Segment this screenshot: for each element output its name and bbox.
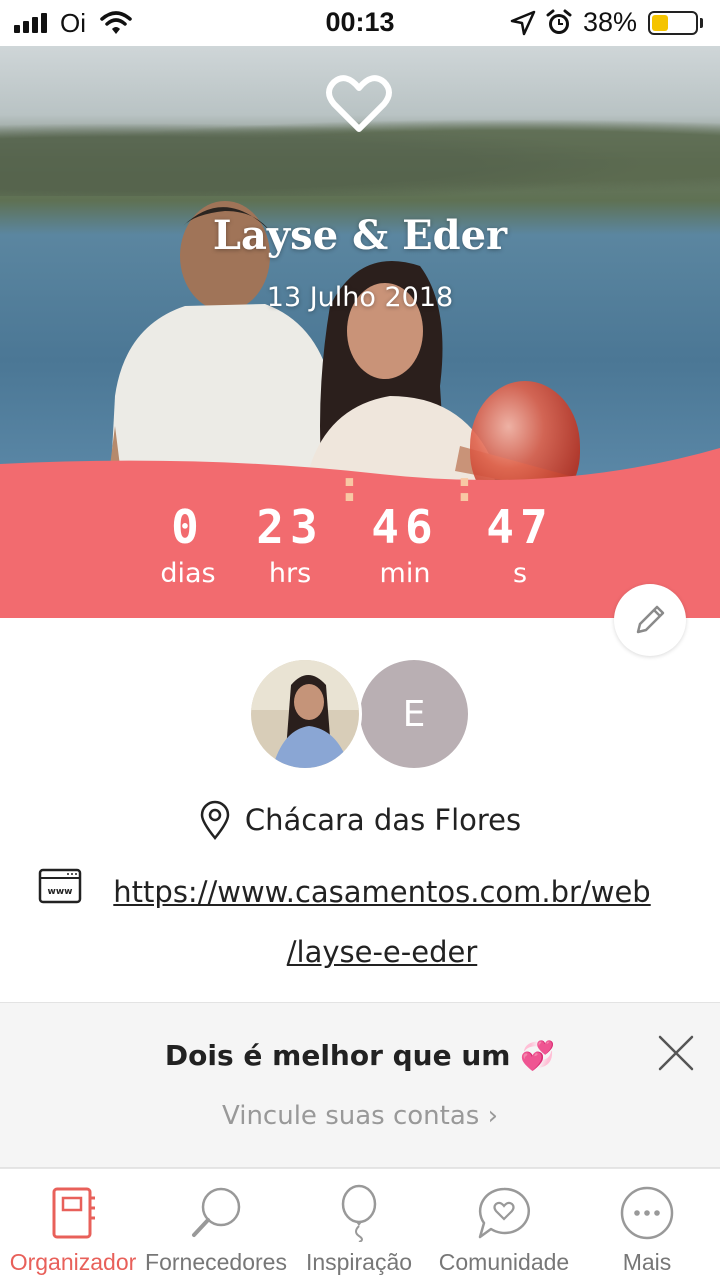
tab-mais[interactable]: Mais xyxy=(572,1183,720,1276)
countdown-hours-label: hrs xyxy=(268,558,312,589)
countdown-hours-value: 23 xyxy=(256,500,324,554)
countdown-minutes-label: min xyxy=(379,558,431,589)
link-accounts-link[interactable]: Vincule suas contas › xyxy=(0,1101,720,1131)
link-accounts-banner: Dois é melhor que um 💞 Vincule suas cont… xyxy=(0,1002,720,1168)
website-link[interactable]: https://www.casamentos.com.br/web /layse… xyxy=(92,862,672,982)
heart-logo-icon xyxy=(326,75,392,132)
venue[interactable]: Chácara das Flores xyxy=(0,800,720,840)
countdown-seconds-label: s xyxy=(512,558,528,589)
tab-label: Mais xyxy=(622,1249,672,1275)
venue-name: Chácara das Flores xyxy=(244,803,522,837)
countdown-seconds-value: 47 xyxy=(486,500,554,554)
chat-heart-icon xyxy=(478,1187,531,1239)
pencil-icon xyxy=(636,605,665,634)
countdown-days-value: 0 xyxy=(171,500,205,554)
countdown-hours: 23 hrs xyxy=(245,500,335,589)
groom-avatar[interactable]: E xyxy=(357,657,471,771)
battery-fill xyxy=(652,15,668,31)
search-icon xyxy=(192,1187,241,1237)
edit-button[interactable] xyxy=(614,584,686,656)
battery-tip xyxy=(700,18,703,28)
balloon-icon xyxy=(341,1184,377,1242)
battery-percent: 38% xyxy=(583,7,638,37)
countdown-days: 0 dias xyxy=(148,500,228,589)
countdown-colon: : xyxy=(456,462,473,511)
promo-title: Dois é melhor que um 💞 xyxy=(164,1039,556,1072)
countdown-seconds: 47 s xyxy=(475,500,565,589)
tab-inspiracao[interactable]: Inspiração xyxy=(284,1183,434,1276)
tab-organizador[interactable]: Organizador xyxy=(0,1183,148,1276)
alarm-icon xyxy=(546,9,572,34)
more-icon xyxy=(620,1186,674,1240)
close-icon[interactable] xyxy=(656,1033,696,1073)
website-link-line1: https://www.casamentos.com.br/web xyxy=(113,875,651,909)
location-arrow-icon xyxy=(510,10,536,36)
tab-comunidade[interactable]: Comunidade xyxy=(429,1183,579,1276)
bride-avatar-photo xyxy=(251,660,359,768)
groom-avatar-initial: E xyxy=(402,693,426,735)
tab-bar: Organizador Fornecedores Inspiração Comu… xyxy=(0,1168,720,1277)
tab-label: Comunidade xyxy=(438,1249,570,1275)
tab-label: Fornecedores xyxy=(145,1249,287,1275)
website-icon: www xyxy=(38,868,82,904)
countdown-minutes: 46 min xyxy=(360,500,450,589)
couple-names: Layse & Eder xyxy=(212,212,508,259)
tab-label: Organizador xyxy=(9,1249,137,1275)
website-link-line2: /layse-e-eder xyxy=(286,935,478,969)
tab-fornecedores[interactable]: Fornecedores xyxy=(141,1183,291,1276)
wedding-date: 13 Julho 2018 xyxy=(266,282,454,313)
bride-avatar[interactable] xyxy=(248,657,362,771)
status-bar: Oi 00:13 38% xyxy=(0,0,720,46)
tab-label: Inspiração xyxy=(305,1249,413,1275)
svg-text:www: www xyxy=(48,887,73,897)
countdown-days-label: dias xyxy=(160,558,216,589)
battery-icon xyxy=(648,11,698,35)
location-pin-icon xyxy=(200,800,230,840)
countdown-minutes-value: 46 xyxy=(371,500,439,554)
countdown-colon: : xyxy=(341,462,358,511)
notebook-icon xyxy=(52,1187,95,1239)
